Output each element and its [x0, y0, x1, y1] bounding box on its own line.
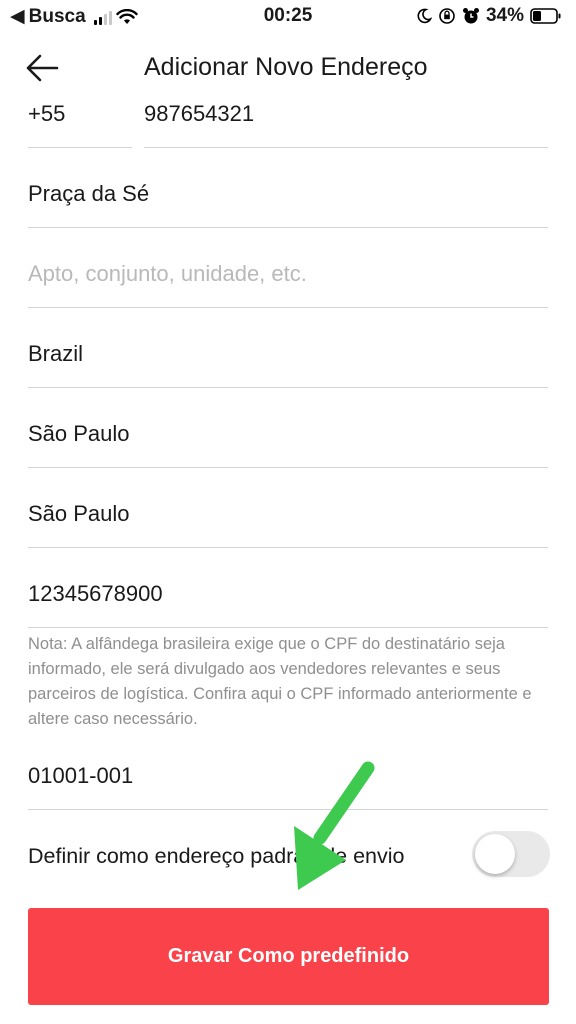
- phone-field[interactable]: 987654321: [144, 70, 548, 148]
- battery-icon: [530, 8, 561, 24]
- country-value: Brazil: [28, 341, 84, 366]
- moon-icon: [417, 8, 432, 24]
- city-value: São Paulo: [28, 501, 130, 526]
- status-bar: ◀ Busca 00:25 34%: [0, 0, 576, 34]
- street-field[interactable]: Praça da Sé: [28, 150, 548, 228]
- country-field[interactable]: Brazil: [28, 310, 548, 388]
- country-code-value: +55: [28, 101, 66, 126]
- country-code-field[interactable]: +55: [28, 70, 132, 148]
- default-address-label: Definir como endereço padrão de envio: [28, 844, 405, 868]
- street-value: Praça da Sé: [28, 181, 150, 206]
- orientation-lock-icon: [439, 8, 455, 24]
- state-field[interactable]: São Paulo: [28, 390, 548, 468]
- default-address-toggle[interactable]: [472, 831, 550, 877]
- save-default-button[interactable]: Gravar Como predefinido: [28, 908, 549, 1005]
- city-field[interactable]: São Paulo: [28, 470, 548, 548]
- complement-field[interactable]: Apto, conjunto, unidade, etc.: [28, 230, 548, 308]
- zip-value: 01001-001: [28, 763, 134, 788]
- alarm-icon: [462, 8, 479, 24]
- state-value: São Paulo: [28, 421, 130, 446]
- status-right: 34%: [416, 5, 562, 27]
- battery-percent: 34%: [485, 5, 524, 26]
- phone-value: 987654321: [144, 101, 255, 126]
- cpf-note: Nota: A alfândega brasileira exige que o…: [28, 635, 532, 728]
- complement-placeholder: Apto, conjunto, unidade, etc.: [28, 261, 307, 286]
- cpf-value: 12345678900: [28, 581, 163, 606]
- default-address-row: Definir como endereço padrão de envio: [28, 826, 550, 884]
- zip-field[interactable]: 01001-001: [28, 732, 548, 810]
- cpf-field[interactable]: 12345678900: [28, 550, 548, 628]
- toggle-knob: [475, 834, 515, 874]
